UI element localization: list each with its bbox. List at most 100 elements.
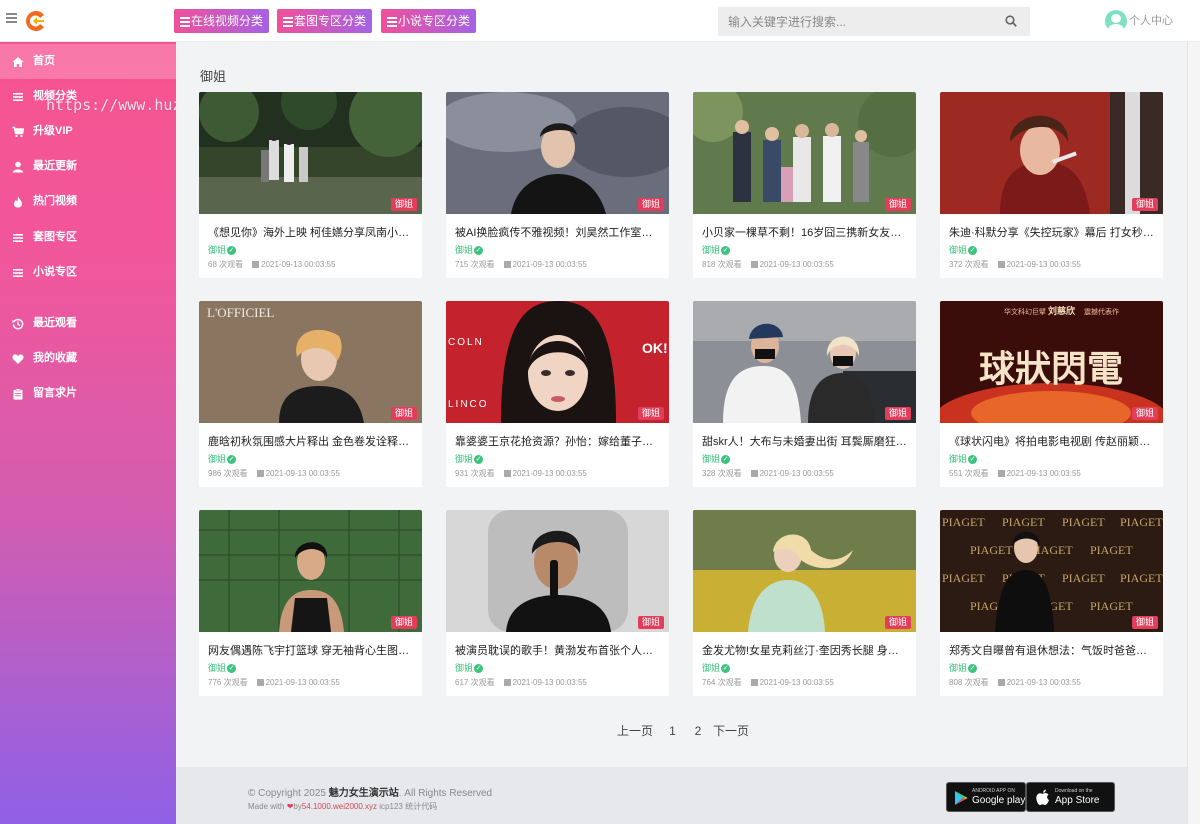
video-card[interactable]: 御姐 甜skr人！大布与未婚妻出街 耳鬓厮磨狂秀… 御姐 ✓ 328 次观看 202…: [693, 301, 916, 487]
sidebar-item-recent-updates[interactable]: 最近更新: [0, 149, 176, 184]
video-title[interactable]: 鹿晗初秋氛围感大片释出 金色卷发诠释双重…: [208, 435, 413, 449]
category-badge: 御姐: [884, 198, 911, 211]
category-button-novel[interactable]: 小说专区分类: [381, 9, 477, 33]
category-badge: 御姐: [390, 198, 417, 211]
calendar-icon: [503, 261, 511, 268]
video-card[interactable]: L'OFFICIEL 御姐 鹿晗初秋氛围感大片释出 金色卷发诠释双重… 御姐 ✓ …: [199, 301, 422, 487]
sidebar-item-gallery[interactable]: 套图专区: [0, 220, 176, 255]
video-meta: 328 次观看 2021-09-13 00:03:55: [702, 469, 834, 478]
apple-icon: [1036, 789, 1049, 805]
video-category[interactable]: 御姐 ✓: [208, 663, 413, 674]
svg-text:PIAGET: PIAGET: [942, 515, 985, 529]
sidebar-item-hot-videos[interactable]: 热门视频: [0, 184, 176, 219]
video-thumbnail[interactable]: 御姐: [446, 92, 669, 214]
video-title[interactable]: 被演员耽误的歌手！黄渤发布首张个人音乐…: [455, 644, 660, 658]
video-thumbnail[interactable]: 御姐: [693, 510, 916, 632]
video-card[interactable]: COLN LINCO OK! 御姐 靠婆婆王京花抢资源？孙怡：嫁给董子健只… 御…: [446, 301, 669, 487]
video-title[interactable]: 朱迪·科默分享《失控玩家》幕后 打女秒变…: [949, 226, 1154, 240]
check-circle-icon: ✓: [968, 246, 978, 256]
svg-text:COLN: COLN: [448, 337, 484, 348]
video-category[interactable]: 御姐 ✓: [949, 454, 1154, 465]
svg-text:L'OFFICIEL: L'OFFICIEL: [207, 305, 274, 320]
sidebar-item-upgrade-vip[interactable]: 升级VIP: [0, 114, 176, 149]
video-title[interactable]: 靠婆婆王京花抢资源？孙怡：嫁给董子健只…: [455, 435, 660, 449]
video-thumbnail[interactable]: 御姐: [446, 510, 669, 632]
sidebar-item-recently-watched[interactable]: 最近观看: [0, 306, 176, 341]
footer-link[interactable]: 54.1000.wei2000.xyz: [302, 802, 377, 811]
video-thumbnail[interactable]: PIAGET PIAGET PIAGET PIAGET PIAGET PIAGET PIA…: [940, 510, 1163, 632]
pagination-next[interactable]: 下一页: [713, 720, 749, 742]
video-thumbnail[interactable]: 御姐: [693, 301, 916, 423]
scrollbar[interactable]: [1187, 42, 1200, 824]
made-with-text: Made with ❤by54.1000.wei2000.xyz icp123 …: [248, 802, 438, 811]
home-icon: [12, 56, 24, 67]
video-category[interactable]: 御姐 ✓: [455, 454, 660, 465]
user-icon: [12, 161, 24, 172]
video-title[interactable]: 金发尤物!女星克莉丝汀·奎因秀长腿 身材高…: [702, 644, 907, 658]
video-title[interactable]: 小贝家一棵草不剩！16岁囧三携新女友现身…: [702, 226, 907, 240]
video-title[interactable]: 甜skr人！大布与未婚妻出街 耳鬓厮磨狂秀…: [702, 435, 907, 449]
sidebar-item-favorites[interactable]: 我的收藏: [0, 341, 176, 376]
list-icon: [13, 268, 23, 277]
search-input[interactable]: [718, 7, 988, 36]
video-title[interactable]: 《球状闪电》将拍电影电视剧 传赵丽颖热巴…: [949, 435, 1154, 449]
video-thumbnail[interactable]: 御姐: [199, 92, 422, 214]
video-card[interactable]: PIAGET PIAGET PIAGET PIAGET PIAGET PIAGET PIA…: [940, 510, 1163, 696]
pagination-page-2[interactable]: 2: [689, 720, 707, 742]
category-button-gallery[interactable]: 套图专区分类: [277, 9, 373, 33]
menu-toggle-icon[interactable]: [6, 13, 17, 24]
check-circle-icon: ✓: [474, 664, 484, 674]
video-title[interactable]: 郑秀文自曝曾有退休想法：气饭时爸爸都会…: [949, 644, 1154, 658]
video-card[interactable]: 御姐 朱迪·科默分享《失控玩家》幕后 打女秒变… 御姐 ✓ 372 次观看 2021…: [940, 92, 1163, 278]
video-thumbnail[interactable]: L'OFFICIEL 御姐: [199, 301, 422, 423]
svg-text:PIAGET: PIAGET: [1062, 571, 1105, 585]
video-card[interactable]: 华文科幻巨擘 刘慈欣 震撼代表作 球狀閃電 御姐 《球状闪电》将拍电影电视剧 传…: [940, 301, 1163, 487]
video-card[interactable]: 御姐 被演员耽误的歌手！黄渤发布首张个人音乐… 御姐 ✓ 617 次观看 2021-…: [446, 510, 669, 696]
site-logo[interactable]: [24, 9, 48, 33]
stats-link[interactable]: 统计代码: [405, 802, 437, 811]
sidebar-item-novels[interactable]: 小说专区: [0, 255, 176, 290]
video-title[interactable]: 被AI换脸疯传不雅视频！刘昊然工作室报警…: [455, 226, 660, 240]
video-card[interactable]: 御姐 金发尤物!女星克莉丝汀·奎因秀长腿 身材高… 御姐 ✓ 764 次观看 202…: [693, 510, 916, 696]
main-content: 御姐 御姐 《想见你》海外上映 柯佳嬿分享凤南小队登… 御姐 ✓ 68 次观看 20…: [176, 42, 1187, 767]
app-store-button[interactable]: Download on the App Store: [1026, 782, 1115, 812]
svg-text:球狀閃電: 球狀閃電: [979, 348, 1123, 390]
video-title[interactable]: 网友偶遇陈飞宇打篮球 穿无袖背心生图状态…: [208, 644, 413, 658]
cart-icon: [12, 126, 24, 137]
svg-text:PIAGET: PIAGET: [1120, 571, 1163, 585]
pagination-prev[interactable]: 上一页: [617, 720, 653, 742]
video-category[interactable]: 御姐 ✓: [208, 454, 413, 465]
video-meta: 715 次观看 2021-09-13 00:03:55: [455, 260, 587, 269]
video-thumbnail[interactable]: 御姐: [693, 92, 916, 214]
video-card[interactable]: 御姐 被AI换脸疯传不雅视频！刘昊然工作室报警… 御姐 ✓ 715 次观看 2021…: [446, 92, 669, 278]
video-category[interactable]: 御姐 ✓: [702, 663, 907, 674]
sidebar-item-home[interactable]: 首页: [0, 44, 176, 79]
video-card[interactable]: 御姐 小贝家一棵草不剩！16岁囧三携新女友现身… 御姐 ✓ 818 次观看 2021…: [693, 92, 916, 278]
video-thumbnail[interactable]: COLN LINCO OK! 御姐: [446, 301, 669, 423]
svg-text:PIAGET: PIAGET: [1002, 515, 1045, 529]
video-title[interactable]: 《想见你》海外上映 柯佳嬿分享凤南小队登…: [208, 226, 413, 240]
calendar-icon: [252, 261, 260, 268]
search-icon[interactable]: [1005, 15, 1017, 27]
sidebar: 首页 视频分类 升级VIP 最近更新 热门视频 套图专区 小说专区 最近观看 我…: [0, 42, 176, 824]
video-category[interactable]: 御姐 ✓: [702, 245, 907, 256]
video-thumbnail[interactable]: 御姐: [199, 510, 422, 632]
category-button-video[interactable]: 在线视频分类: [174, 9, 270, 33]
video-category[interactable]: 御姐 ✓: [949, 663, 1154, 674]
video-meta: 551 次观看 2021-09-13 00:03:55: [949, 469, 1081, 478]
video-category[interactable]: 御姐 ✓: [455, 245, 660, 256]
video-card[interactable]: 御姐 《想见你》海外上映 柯佳嬿分享凤南小队登… 御姐 ✓ 68 次观看 2021-…: [199, 92, 422, 278]
sidebar-item-request-message[interactable]: 留言求片: [0, 376, 176, 411]
video-card[interactable]: 御姐 网友偶遇陈飞宇打篮球 穿无袖背心生图状态… 御姐 ✓ 776 次观看 2021…: [199, 510, 422, 696]
footer: © Copyright 2025 魅力女生演示站. All Rights Res…: [176, 767, 1187, 824]
video-category[interactable]: 御姐 ✓: [455, 663, 660, 674]
video-category[interactable]: 御姐 ✓: [949, 245, 1154, 256]
video-thumbnail[interactable]: 御姐: [940, 92, 1163, 214]
user-center-link[interactable]: 个人中心: [1105, 10, 1173, 33]
clipboard-icon: [13, 387, 23, 400]
video-thumbnail[interactable]: 华文科幻巨擘 刘慈欣 震撼代表作 球狀閃電 御姐: [940, 301, 1163, 423]
video-category[interactable]: 御姐 ✓: [702, 454, 907, 465]
pagination-page-1[interactable]: 1: [661, 720, 684, 742]
google-play-button[interactable]: ANDROID APP ON Google play: [946, 782, 1026, 812]
video-category[interactable]: 御姐 ✓: [208, 245, 413, 256]
